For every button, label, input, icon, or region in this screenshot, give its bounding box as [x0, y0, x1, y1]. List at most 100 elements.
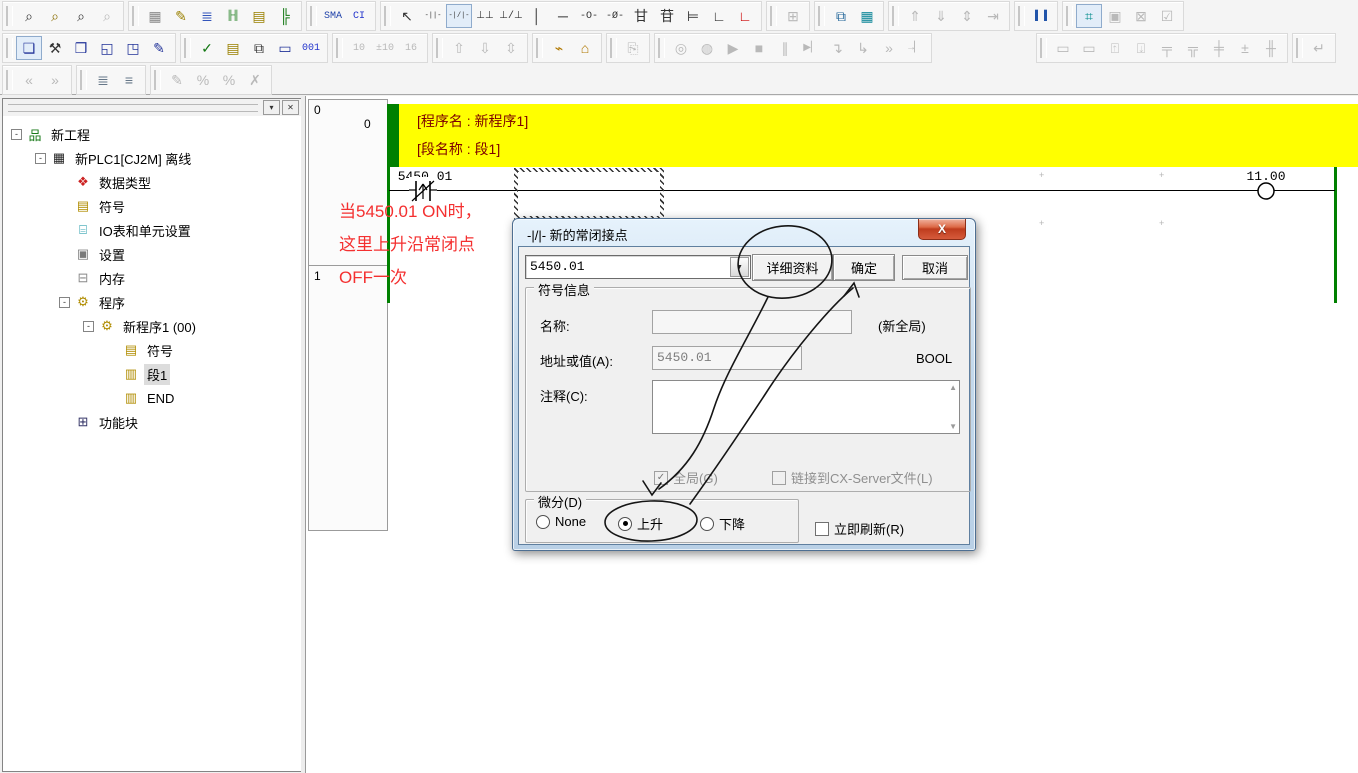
delete-connect-line-icon[interactable]: ∟	[732, 4, 758, 28]
address-reference-icon[interactable]: ▌▐	[1028, 4, 1054, 28]
comment-list-icon[interactable]: ≣	[90, 68, 116, 92]
simulator-online-icon[interactable]: ⌂	[572, 36, 598, 60]
toolbar-grip[interactable]	[1296, 38, 1303, 58]
tree-item-new-project[interactable]: -品新工程	[3, 122, 301, 146]
tree-item-new-program1[interactable]: -⚙新程序1 (00)	[3, 314, 301, 338]
ladder-window-icon[interactable]: ❏	[16, 36, 42, 60]
tree-item-function-blocks[interactable]: ⊞功能块	[3, 410, 301, 434]
mnemonic-window-icon[interactable]: ❒	[68, 36, 94, 60]
zoom-out-icon[interactable]: ⌕	[68, 4, 94, 28]
build-icon[interactable]: ⚒	[42, 36, 68, 60]
expand-collapse-icon[interactable]: -	[83, 321, 94, 332]
ci-view-icon[interactable]: CI	[346, 4, 372, 28]
tree-item-programs[interactable]: -⚙程序	[3, 290, 301, 314]
io-comment-window-icon[interactable]: ⧉	[246, 36, 272, 60]
toolbar-grip[interactable]	[184, 38, 191, 58]
local-symbols-icon[interactable]: ▤	[246, 4, 272, 28]
compile-all-icon[interactable]: ▦	[854, 4, 880, 28]
scroll-down-icon[interactable]: ▼	[949, 422, 957, 431]
name-field[interactable]	[652, 310, 852, 334]
toolbar-grip[interactable]	[6, 38, 13, 58]
workspace-menu-button[interactable]: ▾	[263, 100, 280, 115]
toolbar-grip[interactable]	[80, 70, 87, 90]
toolbar-grip[interactable]	[892, 6, 899, 26]
toolbar-grip[interactable]	[132, 6, 139, 26]
toolbar-grip[interactable]	[310, 6, 317, 26]
program-check-icon[interactable]: ✓	[194, 36, 220, 60]
new-closed-contact-icon[interactable]: -|/|-	[446, 4, 472, 28]
diff-none-radio[interactable]: None	[536, 514, 586, 529]
toolbar-grip[interactable]	[818, 6, 825, 26]
watch-window-icon[interactable]: ⌗	[1076, 4, 1102, 28]
toolbar-grip[interactable]	[770, 6, 777, 26]
workspace-close-button[interactable]: ✕	[282, 100, 299, 115]
selected-cell[interactable]	[514, 168, 664, 220]
rung-comment-header[interactable]: [程序名 : 新程序1] [段名称 : 段1]	[387, 104, 1358, 167]
grid-toggle-icon[interactable]: ▦	[142, 4, 168, 28]
new-coil-icon[interactable]: -O-	[576, 4, 602, 28]
new-connect-line-icon[interactable]: ∟	[706, 4, 732, 28]
work-online-icon[interactable]: ⌁	[546, 36, 572, 60]
tree-item-program-symbols[interactable]: ▤符号	[3, 338, 301, 362]
toolbar-grip[interactable]	[1040, 38, 1047, 58]
output-coil-symbol[interactable]	[1255, 180, 1277, 202]
combobox-dropdown-button[interactable]: ▼	[730, 257, 749, 277]
comment-textarea[interactable]: ▲ ▼	[652, 380, 960, 434]
new-function-icon[interactable]: ⊨	[680, 4, 706, 28]
tree-item-io-table[interactable]: ⌸IO表和单元设置	[3, 218, 301, 242]
tree-item-data-types[interactable]: ❖数据类型	[3, 170, 301, 194]
symbol-table-window-icon[interactable]: ▤	[220, 36, 246, 60]
sfc-window-icon[interactable]: ◱	[94, 36, 120, 60]
tree-item-symbols[interactable]: ▤符号	[3, 194, 301, 218]
new-plc-instruction-icon[interactable]: 甘	[628, 4, 654, 28]
select-mode-icon[interactable]: ↖	[394, 4, 420, 28]
workspace-gripper[interactable]	[8, 104, 258, 112]
expand-collapse-icon[interactable]: -	[11, 129, 22, 140]
toolbar-grip[interactable]	[658, 38, 665, 58]
section-list-icon[interactable]: ≡	[116, 68, 142, 92]
zoom-custom-icon[interactable]: ⌕	[42, 4, 68, 28]
properties-icon[interactable]: ✎	[146, 36, 172, 60]
program-structure-icon[interactable]: ╠	[272, 4, 298, 28]
tree-item-end[interactable]: ▥END	[3, 386, 301, 410]
expand-collapse-icon[interactable]: -	[35, 153, 46, 164]
toolbar-grip[interactable]	[6, 70, 13, 90]
ok-button[interactable]: 确定	[833, 254, 895, 281]
immediate-refresh-checkbox[interactable]: 立即刷新(R)	[815, 519, 904, 538]
transfer-layers-icon[interactable]: ⧉	[828, 4, 854, 28]
address-field[interactable]: 5450.01	[652, 346, 802, 370]
address-combobox[interactable]: 5450.01 ▼	[525, 255, 751, 279]
detail-button[interactable]: 详细资料	[752, 254, 833, 281]
link-cx-server-checkbox[interactable]: 链接到CX-Server文件(L)	[772, 468, 933, 487]
st-window-icon[interactable]: ◳	[120, 36, 146, 60]
new-contact-icon[interactable]: -||-	[420, 4, 446, 28]
diff-down-radio[interactable]: 下降	[700, 514, 745, 533]
scroll-up-icon[interactable]: ▲	[949, 383, 957, 392]
new-instruction-icon[interactable]: 苷	[654, 4, 680, 28]
toolbar-grip[interactable]	[6, 6, 13, 26]
tree-item-memory[interactable]: ⊟内存	[3, 266, 301, 290]
toolbar-grip[interactable]	[610, 38, 617, 58]
toolbar-grip[interactable]	[154, 70, 161, 90]
new-closed-contact-or-icon[interactable]: ⊥/⊥	[498, 4, 524, 28]
toolbar-grip[interactable]	[1018, 6, 1025, 26]
monitor-in-rung-icon[interactable]: ╟╢	[220, 4, 246, 28]
rung1-margin[interactable]: 1	[308, 265, 388, 531]
list-view-icon[interactable]: ▭	[272, 36, 298, 60]
toolbar-grip[interactable]	[336, 38, 343, 58]
cancel-button[interactable]: 取消	[902, 255, 968, 280]
toolbar-grip[interactable]	[1066, 6, 1073, 26]
new-contact-or-icon[interactable]: ⊥⊥	[472, 4, 498, 28]
tree-item-new-plc1[interactable]: -▦新PLC1[CJ2M] 离线	[3, 146, 301, 170]
annotation-list-icon[interactable]: ≣	[194, 4, 220, 28]
zoom-in-icon[interactable]: ⌕	[16, 4, 42, 28]
rung-comment-icon[interactable]: ✎	[168, 4, 194, 28]
tree-item-settings[interactable]: ▣设置	[3, 242, 301, 266]
global-checkbox[interactable]: ✓ 全局(G)	[654, 468, 718, 487]
new-vertical-icon[interactable]: │	[524, 4, 550, 28]
toolbar-grip[interactable]	[536, 38, 543, 58]
tree-item-section1[interactable]: ▥段1	[3, 362, 301, 386]
toolbar-grip[interactable]	[384, 6, 391, 26]
dialog-close-button[interactable]: X	[918, 219, 966, 240]
toolbar-grip[interactable]	[436, 38, 443, 58]
